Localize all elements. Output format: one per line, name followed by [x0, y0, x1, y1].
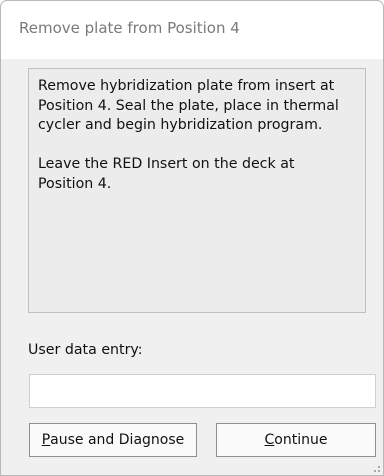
message-paragraph-2: Leave the RED Insert on the deck at Posi…	[38, 156, 295, 192]
title-bar[interactable]: Remove plate from Position 4	[1, 1, 383, 59]
dialog-window: Remove plate from Position 4 Remove hybr…	[0, 0, 384, 476]
user-data-entry-label: User data entry:	[28, 342, 143, 358]
dialog-title: Remove plate from Position 4	[19, 19, 240, 37]
continue-button-mnemonic: C	[264, 432, 275, 448]
continue-button[interactable]: Continue	[216, 423, 376, 457]
resize-grip-icon[interactable]	[370, 462, 380, 472]
message-paragraph-1: Remove hybridization plate from insert a…	[38, 78, 339, 133]
continue-button-label: ontinue	[274, 432, 328, 448]
pause-button-label: ause and Diagnose	[50, 432, 185, 448]
message-box: Remove hybridization plate from insert a…	[28, 68, 366, 313]
pause-and-diagnose-button[interactable]: Pause and Diagnose	[29, 423, 197, 457]
pause-button-mnemonic: P	[41, 432, 51, 448]
user-data-entry-input[interactable]	[29, 374, 376, 408]
